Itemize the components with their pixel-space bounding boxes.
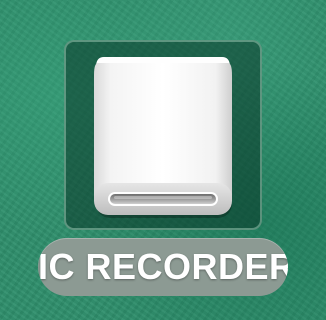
external-drive-icon[interactable] xyxy=(90,55,236,220)
desktop: IC RECORDER xyxy=(0,0,326,320)
desktop-item-ic-recorder[interactable]: IC RECORDER xyxy=(38,40,288,302)
desktop-item-label[interactable]: IC RECORDER xyxy=(38,238,288,296)
